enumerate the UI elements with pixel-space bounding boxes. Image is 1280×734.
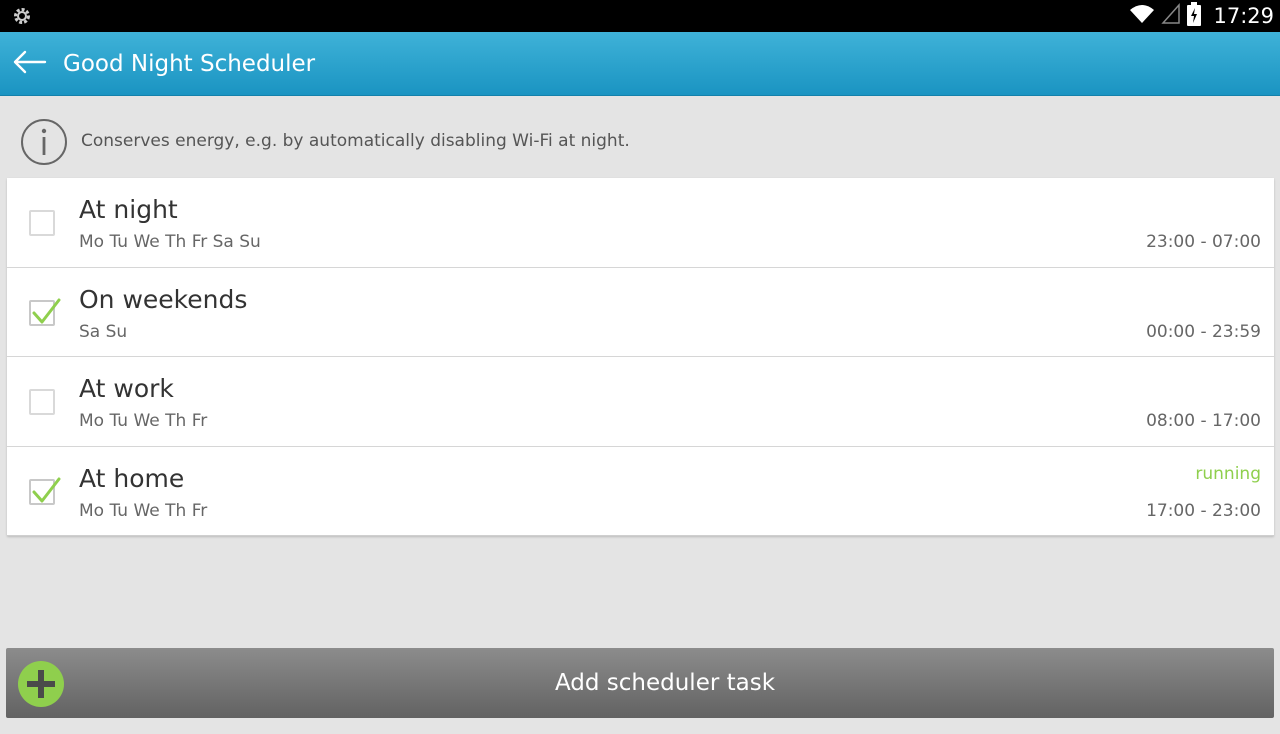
info-text: Conserves energy, e.g. by automatically … [81, 131, 630, 151]
task-checkbox[interactable] [29, 389, 55, 415]
task-list: At night Mo Tu We Th Fr Sa Su 23:00 - 07… [7, 178, 1274, 536]
task-name: At work [79, 374, 174, 403]
task-time: 00:00 - 23:59 [1146, 321, 1261, 342]
back-button[interactable] [10, 46, 50, 82]
task-name: At home [79, 463, 185, 493]
task-days: Mo Tu We Th Fr [79, 500, 208, 521]
back-arrow-icon [13, 50, 47, 78]
status-bar: 17:29 [0, 0, 1280, 32]
add-task-label: Add scheduler task [554, 670, 776, 696]
task-row-at-night[interactable]: At night Mo Tu We Th Fr Sa Su 23:00 - 07… [7, 178, 1274, 268]
task-checkbox[interactable] [29, 210, 55, 236]
task-time: 08:00 - 17:00 [1146, 411, 1261, 431]
task-days: Mo Tu We Th Fr [79, 411, 208, 431]
task-row-at-work[interactable]: At work Mo Tu We Th Fr 08:00 - 17:00 [7, 357, 1274, 447]
task-name: On weekends [79, 284, 248, 314]
wifi-icon [1129, 3, 1155, 29]
page-title: Good Night Scheduler [63, 51, 316, 77]
task-checkbox-checked[interactable] [29, 477, 61, 505]
task-time: 17:00 - 23:00 [1146, 500, 1261, 521]
task-days: Sa Su [79, 321, 128, 342]
task-state-badge: running [1195, 463, 1261, 484]
task-row-at-home[interactable]: At home running Mo Tu We Th Fr 17:00 - 2… [7, 447, 1274, 536]
info-banner: Conserves energy, e.g. by automatically … [0, 96, 1280, 178]
task-time: 23:00 - 07:00 [1146, 232, 1261, 252]
info-icon [20, 118, 68, 166]
checkmark-icon [32, 477, 61, 502]
task-days: Mo Tu We Th Fr Sa Su [79, 232, 261, 252]
task-name: At night [79, 195, 178, 224]
status-icons: 17:29 [1129, 0, 1274, 32]
checkmark-icon [32, 298, 61, 323]
signal-icon [1161, 3, 1181, 29]
status-time: 17:29 [1213, 4, 1274, 28]
settings-gear-icon [12, 6, 32, 26]
task-row-on-weekends[interactable]: On weekends Sa Su 00:00 - 23:59 [7, 268, 1274, 357]
battery-icon [1187, 2, 1202, 30]
task-checkbox-checked[interactable] [29, 298, 61, 326]
app-bar: Good Night Scheduler [0, 32, 1280, 96]
add-scheduler-task-button[interactable]: Add scheduler task [6, 648, 1274, 718]
